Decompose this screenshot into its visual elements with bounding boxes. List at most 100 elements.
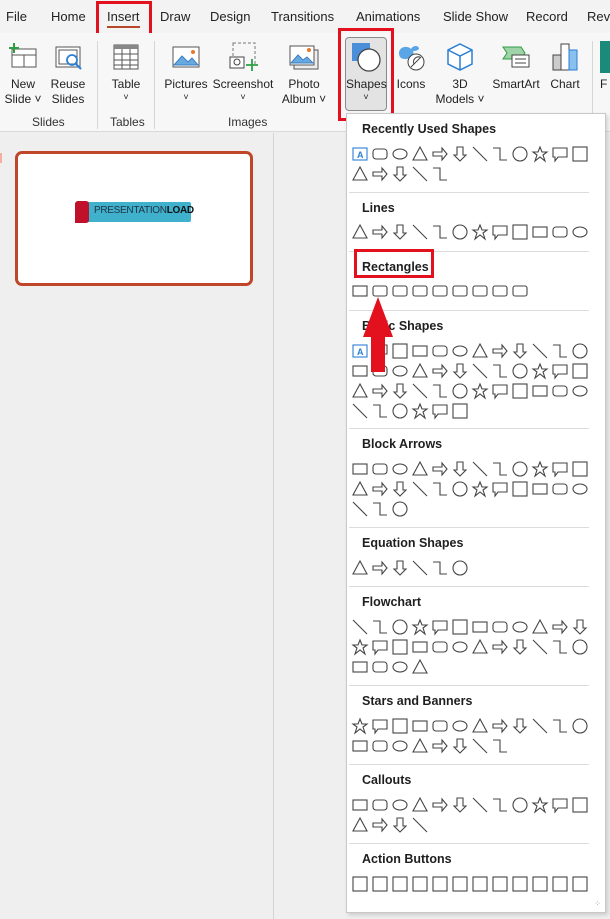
shape-item[interactable]	[490, 381, 510, 401]
shape-item[interactable]	[450, 736, 470, 756]
shape-item[interactable]	[570, 459, 590, 479]
shape-item[interactable]	[530, 341, 550, 361]
shape-item[interactable]	[370, 459, 390, 479]
shape-item[interactable]	[570, 479, 590, 499]
shape-item[interactable]	[370, 401, 390, 421]
shape-item[interactable]	[450, 874, 470, 894]
shape-item[interactable]	[390, 617, 410, 637]
shape-item[interactable]	[490, 459, 510, 479]
shape-item[interactable]	[430, 401, 450, 421]
tab-record[interactable]: Record	[526, 9, 568, 24]
shape-item[interactable]	[370, 736, 390, 756]
shape-item[interactable]	[350, 381, 370, 401]
shape-item[interactable]	[370, 617, 390, 637]
shape-item[interactable]	[450, 795, 470, 815]
shape-item[interactable]	[510, 381, 530, 401]
shape-item[interactable]	[570, 637, 590, 657]
shape-item[interactable]	[450, 558, 470, 578]
shape-item[interactable]	[510, 459, 530, 479]
shape-item[interactable]	[370, 479, 390, 499]
shape-item[interactable]	[450, 479, 470, 499]
shape-item[interactable]	[550, 795, 570, 815]
shape-item[interactable]	[490, 281, 510, 301]
shape-item[interactable]	[370, 164, 390, 184]
shape-item[interactable]	[410, 144, 430, 164]
shape-item[interactable]	[470, 736, 490, 756]
shape-item[interactable]	[530, 361, 550, 381]
shape-item[interactable]	[390, 459, 410, 479]
shape-item[interactable]	[370, 222, 390, 242]
shape-item[interactable]	[390, 736, 410, 756]
shape-item[interactable]	[550, 341, 570, 361]
shape-item[interactable]	[410, 281, 430, 301]
shape-item[interactable]	[510, 341, 530, 361]
shape-item[interactable]	[430, 164, 450, 184]
shape-item[interactable]	[510, 795, 530, 815]
shape-item[interactable]	[550, 144, 570, 164]
shape-item[interactable]	[370, 499, 390, 519]
shape-item[interactable]	[470, 637, 490, 657]
shape-item[interactable]	[410, 815, 430, 835]
shape-item[interactable]	[510, 222, 530, 242]
shape-item[interactable]	[350, 164, 370, 184]
shape-item[interactable]	[570, 222, 590, 242]
shape-item[interactable]	[530, 716, 550, 736]
shape-item[interactable]	[430, 617, 450, 637]
shape-item[interactable]	[350, 558, 370, 578]
shape-item[interactable]	[510, 281, 530, 301]
shape-item[interactable]	[390, 164, 410, 184]
shape-item[interactable]	[550, 222, 570, 242]
shape-item[interactable]	[370, 381, 390, 401]
shape-item[interactable]	[430, 459, 450, 479]
shape-item[interactable]	[410, 401, 430, 421]
shape-item[interactable]	[470, 716, 490, 736]
shape-item[interactable]	[470, 459, 490, 479]
shape-item[interactable]	[430, 341, 450, 361]
shape-item[interactable]	[490, 617, 510, 637]
shape-item[interactable]	[390, 222, 410, 242]
shape-item[interactable]	[390, 479, 410, 499]
shape-item[interactable]	[390, 716, 410, 736]
shape-item[interactable]	[470, 617, 490, 637]
shape-item[interactable]	[430, 479, 450, 499]
shape-item[interactable]	[410, 617, 430, 637]
icons-button[interactable]: Icons	[391, 41, 431, 92]
shape-item[interactable]	[470, 874, 490, 894]
shape-item[interactable]	[490, 144, 510, 164]
shape-item[interactable]	[430, 736, 450, 756]
shape-item[interactable]	[530, 617, 550, 637]
shape-item[interactable]	[550, 617, 570, 637]
shape-item[interactable]	[350, 657, 370, 677]
shape-item[interactable]	[390, 795, 410, 815]
shape-item[interactable]	[530, 479, 550, 499]
shape-item[interactable]	[450, 459, 470, 479]
shape-item[interactable]	[510, 479, 530, 499]
smartart-button[interactable]: SmartArt	[490, 41, 542, 92]
shape-item[interactable]	[530, 874, 550, 894]
shape-item[interactable]	[570, 716, 590, 736]
shape-item[interactable]	[390, 657, 410, 677]
shape-item[interactable]	[450, 341, 470, 361]
shape-item[interactable]	[390, 558, 410, 578]
shape-item[interactable]	[410, 736, 430, 756]
shape-item[interactable]	[350, 637, 370, 657]
reuse-slides-button[interactable]: Reuse Slides	[48, 41, 88, 107]
shape-item[interactable]	[510, 144, 530, 164]
shape-item[interactable]	[430, 558, 450, 578]
shapes-button[interactable]: Shapes ˅	[345, 37, 387, 111]
shape-item[interactable]	[430, 144, 450, 164]
shape-item[interactable]	[390, 874, 410, 894]
shape-item[interactable]	[470, 144, 490, 164]
shape-item[interactable]	[570, 795, 590, 815]
shape-item[interactable]	[350, 459, 370, 479]
tab-file[interactable]: File	[6, 9, 27, 24]
shape-item[interactable]	[470, 479, 490, 499]
shape-item[interactable]	[350, 874, 370, 894]
shape-item[interactable]	[530, 144, 550, 164]
shape-item[interactable]	[370, 815, 390, 835]
shape-item[interactable]	[350, 222, 370, 242]
shape-item[interactable]	[430, 637, 450, 657]
shape-item[interactable]	[570, 144, 590, 164]
new-slide-button[interactable]: New Slide ˅	[4, 41, 42, 107]
shape-item[interactable]	[430, 381, 450, 401]
